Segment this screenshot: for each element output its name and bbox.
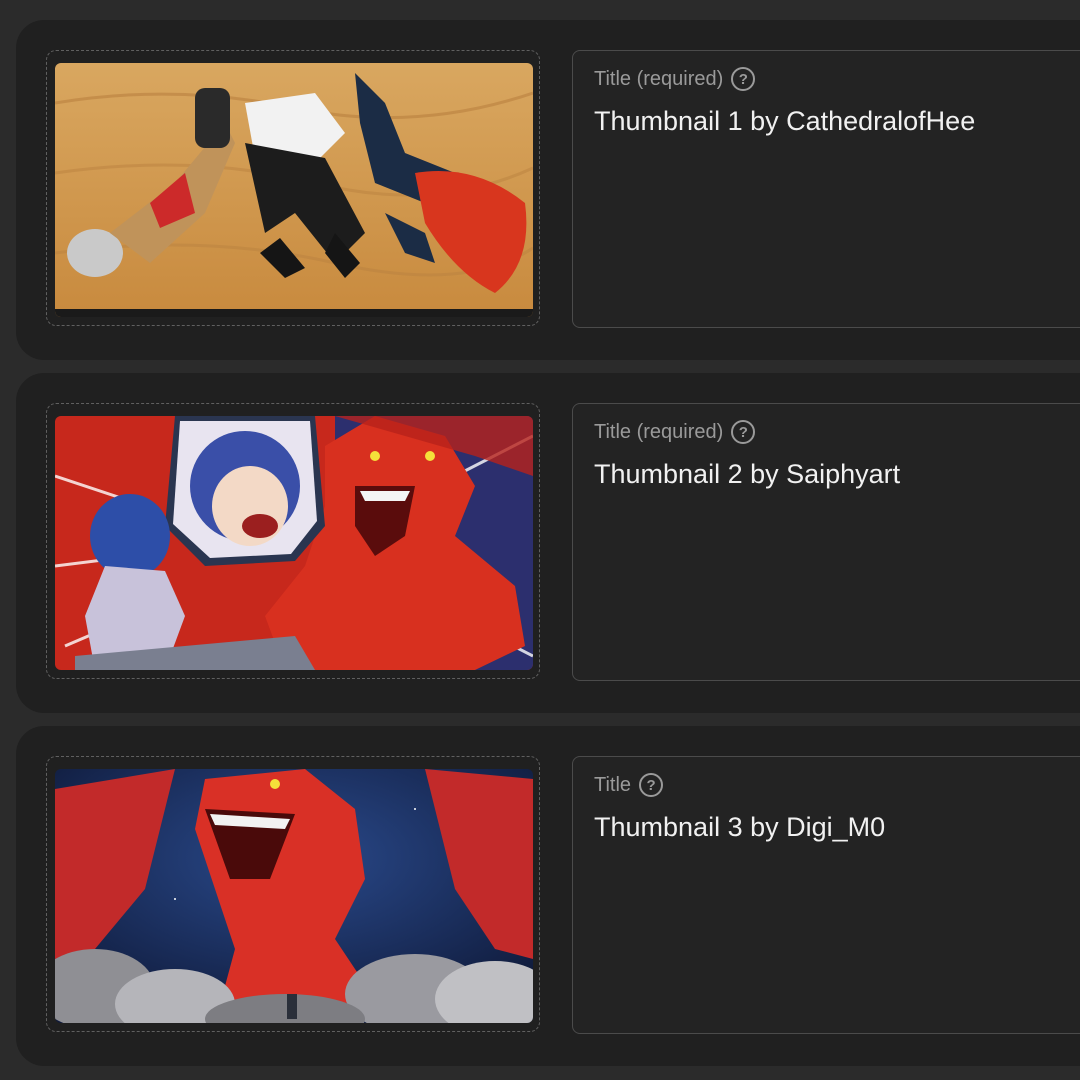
title-input-value-3[interactable]: Thumbnail 3 by Digi_M0 (594, 812, 885, 843)
thumbnail-title-editor: Title (required) ? Thumbnail 1 by Cathed… (0, 0, 1080, 1080)
title-label-text: Title (required) (594, 67, 724, 90)
title-input-value-2[interactable]: Thumbnail 2 by Saiphyart (594, 459, 900, 490)
title-label-text: Title (594, 773, 632, 796)
thumbnail-dropzone-3[interactable] (46, 756, 540, 1032)
thumbnail-image-3[interactable] (55, 769, 533, 1023)
help-circle-icon[interactable]: ? (731, 420, 756, 444)
title-label-text: Title (required) (594, 420, 724, 443)
title-input-value-1[interactable]: Thumbnail 1 by CathedralofHee (594, 106, 975, 137)
title-label-2: Title (required) ? (594, 420, 756, 444)
thumbnail-card-1: Title (required) ? Thumbnail 1 by Cathed… (16, 20, 1080, 360)
title-field-3[interactable]: Title ? Thumbnail 3 by Digi_M0 (572, 756, 1080, 1034)
thumbnail-dropzone-2[interactable] (46, 403, 540, 679)
title-field-2[interactable]: Title (required) ? Thumbnail 2 by Saiphy… (572, 403, 1080, 681)
help-circle-icon[interactable]: ? (731, 67, 756, 91)
thumbnail-card-3: Title ? Thumbnail 3 by Digi_M0 (16, 726, 1080, 1066)
thumbnail-image-2[interactable] (55, 416, 533, 670)
thumbnail-dropzone-1[interactable] (46, 50, 540, 326)
title-field-1[interactable]: Title (required) ? Thumbnail 1 by Cathed… (572, 50, 1080, 328)
title-label-3: Title ? (594, 773, 664, 797)
title-label-1: Title (required) ? (594, 67, 756, 91)
help-circle-icon[interactable]: ? (639, 773, 664, 797)
thumbnail-card-2: Title (required) ? Thumbnail 2 by Saiphy… (16, 373, 1080, 713)
thumbnail-image-1[interactable] (55, 63, 533, 317)
